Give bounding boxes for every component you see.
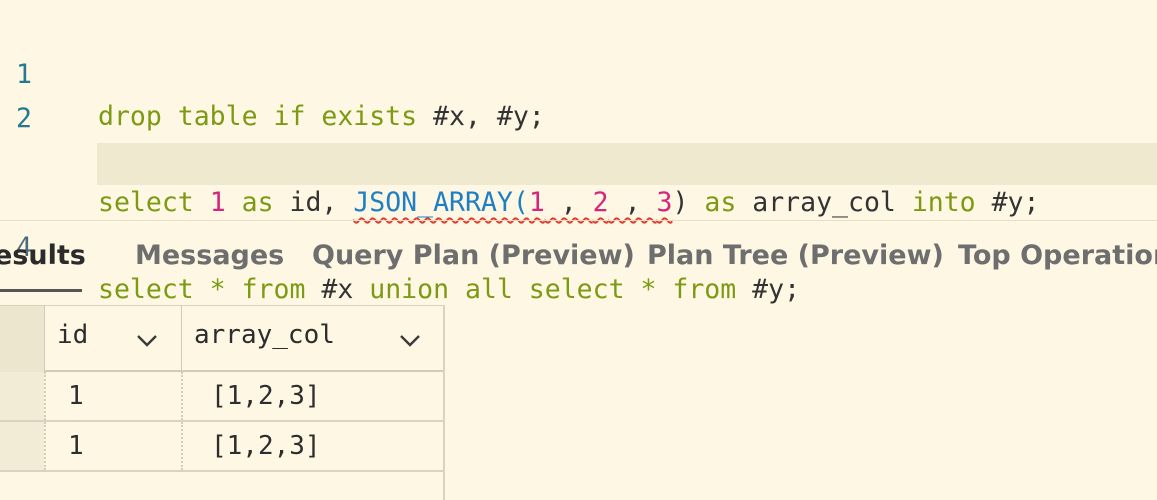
row-number-cell[interactable] [0, 422, 44, 470]
cell-value: 1 [68, 381, 84, 411]
tab-messages[interactable]: Messages [135, 240, 284, 271]
cell-id[interactable]: 1 [44, 422, 182, 470]
code-token-num: 3 [656, 187, 673, 218]
code-token-id: #y; [975, 187, 1040, 218]
code-token-id: ) [672, 187, 689, 218]
code-token-fn: JSON_ARRAY( [353, 187, 529, 218]
code-token-kw: as [225, 187, 274, 218]
code-line-3[interactable]: 3 select 1 as id, JSON_ARRAY(1 , 2 , 3) … [0, 98, 1157, 218]
code-token-id: , [608, 187, 657, 218]
tab-results[interactable]: esults [0, 240, 86, 271]
code-token-id: id, [273, 187, 354, 218]
active-tab-indicator [0, 289, 82, 292]
column-header-id[interactable]: id [44, 305, 182, 372]
results-grid: id array_col 1 [1,2,3] 1 [1,2,3] [0, 305, 445, 500]
row-number-cell[interactable] [0, 372, 44, 420]
code-token-kw: select [98, 187, 210, 218]
code-text[interactable]: select 1 as id, JSON_ARRAY(1 , 2 , 3) as… [98, 182, 1039, 224]
code-token-num: 2 [592, 187, 609, 218]
code-line-2[interactable]: 2 select 1 as id, JSON_ARRAY(1 , 2 , 3) … [0, 56, 1157, 176]
tab-plan-tree[interactable]: Plan Tree (Preview) [647, 240, 944, 271]
cell-array-col[interactable]: [1,2,3] [181, 372, 443, 420]
code-token-kw: as [688, 187, 737, 218]
cell-array-col[interactable]: [1,2,3] [181, 422, 443, 470]
column-header-label: id [57, 320, 89, 350]
cell-value: 1 [68, 431, 84, 461]
code-token-id: array_col [736, 187, 912, 218]
sql-editor[interactable]: 1 drop table if exists #x, #y; 2 select … [0, 0, 1157, 305]
column-header-label: array_col [194, 320, 335, 350]
tab-top-operations[interactable]: Top Operation [958, 240, 1157, 271]
column-header-array-col[interactable]: array_col [181, 305, 445, 372]
tab-query-plan[interactable]: Query Plan (Preview) [312, 240, 635, 271]
chevron-down-icon[interactable] [396, 326, 424, 354]
grid-right-border [443, 305, 445, 500]
panel-divider [0, 220, 1157, 221]
code-token-num: 1 [528, 187, 545, 218]
results-tab-bar: esults Messages Query Plan (Preview) Pla… [0, 228, 1157, 294]
code-line-4[interactable]: 4 select * from #x union all select * fr… [0, 143, 1157, 305]
code-token-id: , [544, 187, 593, 218]
code-token-kw: into [911, 187, 976, 218]
code-line-1[interactable]: 1 drop table if exists #x, #y; [0, 12, 1157, 132]
row-number-header[interactable] [0, 305, 44, 375]
code-token-num: 1 [209, 187, 226, 218]
table-row[interactable]: 1 [1,2,3] [0, 422, 445, 472]
table-row[interactable]: 1 [1,2,3] [0, 372, 445, 422]
cell-value: [1,2,3] [211, 381, 321, 411]
chevron-down-icon[interactable] [133, 326, 161, 354]
error-squiggle: JSON_ARRAY(1 , 2 , 3 [353, 187, 672, 218]
cell-value: [1,2,3] [211, 431, 321, 461]
cell-id[interactable]: 1 [44, 372, 182, 420]
